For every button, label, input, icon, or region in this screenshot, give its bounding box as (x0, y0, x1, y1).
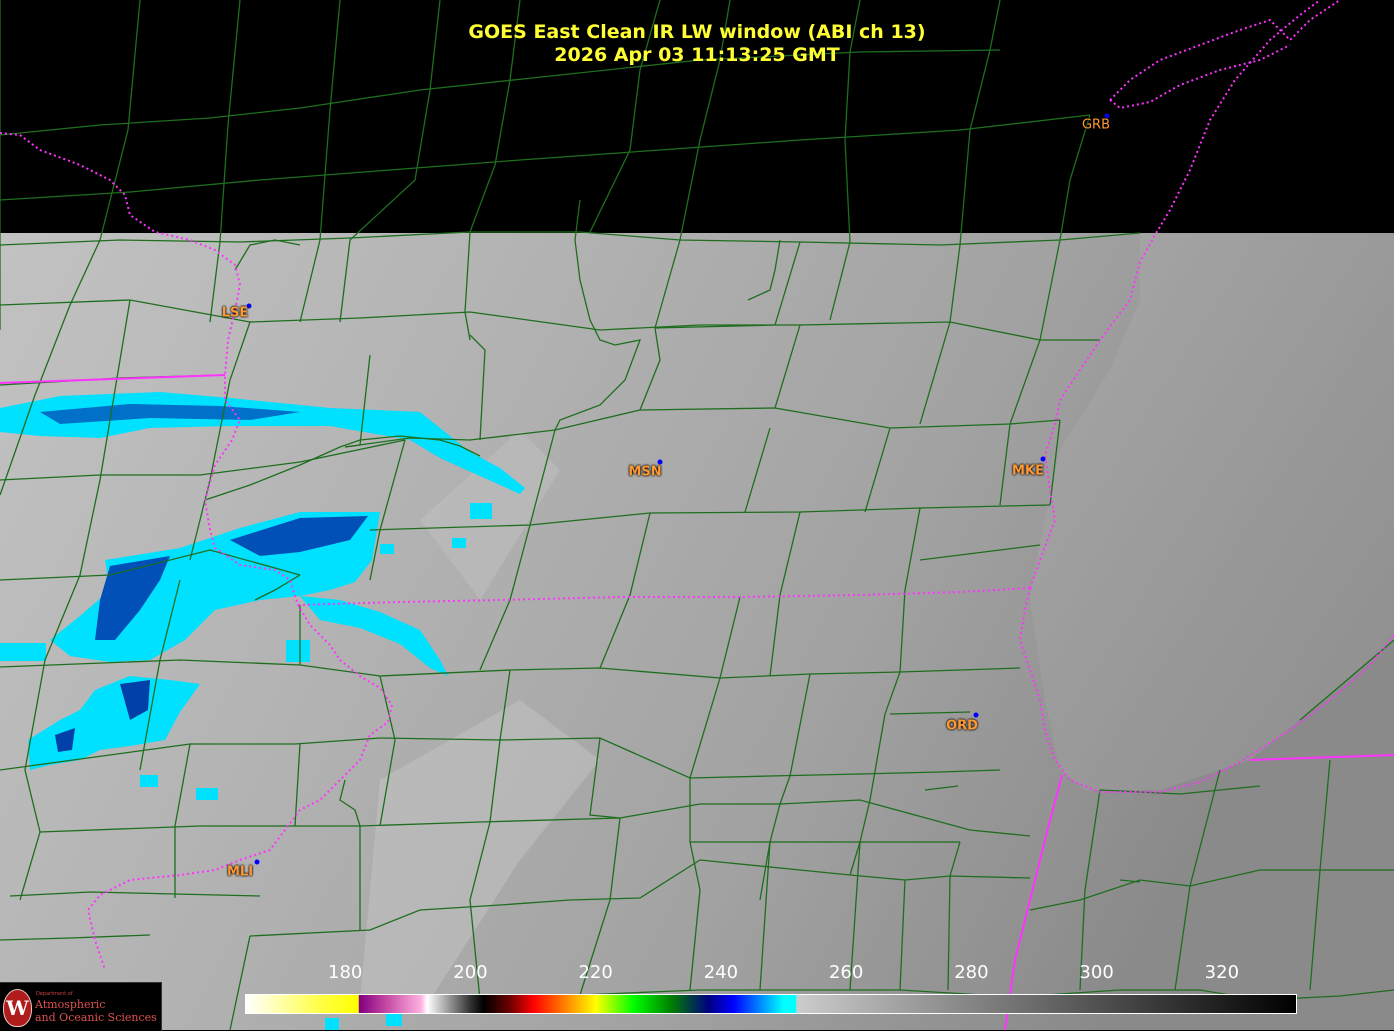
logo-department-of: Department of (36, 991, 73, 997)
timestamp: 2026 Apr 03 11:13:25 GMT (554, 44, 840, 66)
logo-line-oceanic: and Oceanic Sciences (35, 1011, 157, 1024)
colorbar-tick: 220 (578, 962, 613, 983)
cloud-speck (470, 503, 492, 519)
colorbar-tick: 180 (328, 962, 363, 983)
city-label-msn: MSN (628, 464, 662, 480)
cloud-speck (196, 788, 218, 800)
colorbar-tick: 260 (828, 962, 864, 983)
city-marker-mli (254, 859, 260, 865)
temperature-colorbar (245, 994, 1297, 1014)
cloud-speck (386, 1014, 402, 1026)
city-label-lse: LSE (221, 305, 249, 321)
colorbar-tick: 320 (1204, 962, 1240, 983)
cloud-speck (286, 640, 310, 662)
cloud-speck (140, 775, 158, 787)
city-label-grb: GRB (1081, 117, 1111, 133)
colorbar-tick: 280 (954, 962, 989, 983)
city-marker-mke (1040, 456, 1046, 462)
colorbar-tick: 240 (703, 962, 739, 983)
aos-logo: W Department of Atmospheric and Oceanic … (0, 982, 162, 1031)
cloud-speck (325, 1018, 339, 1030)
logo-line-atmospheric: Atmospheric (35, 998, 106, 1011)
colorbar-tick: 200 (453, 962, 488, 983)
university-seal-icon: W (3, 989, 32, 1027)
city-label-mli: MLI (226, 864, 254, 880)
cloud-speck (0, 643, 46, 661)
cloud-speck (380, 544, 394, 554)
city-label-mke: MKE (1012, 463, 1044, 479)
product-title: GOES East Clean IR LW window (ABI ch 13) (468, 21, 926, 43)
cloud-speck (452, 538, 466, 548)
city-marker-ord (973, 712, 979, 718)
colorbar-tick: 300 (1079, 962, 1114, 983)
satellite-map (0, 0, 1394, 1030)
city-label-ord: ORD (946, 718, 978, 734)
